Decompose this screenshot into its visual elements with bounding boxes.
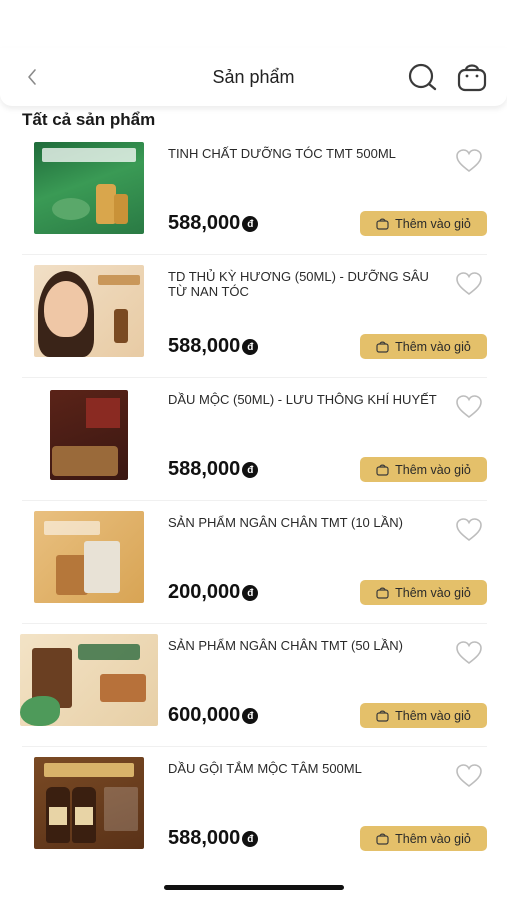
price-value: 600,000 [168, 704, 241, 726]
price-value: 200,000 [168, 581, 241, 603]
product-image[interactable] [34, 265, 144, 357]
currency-symbol: đ [242, 585, 259, 601]
heart-icon[interactable] [455, 394, 483, 420]
top-app-bar: Sản phẩm [0, 48, 507, 106]
add-to-cart-label: Thêm vào giỏ [395, 708, 471, 723]
product-name[interactable]: DẦU MỘC (50ML) - LƯU THÔNG KHÍ HUYẾT [168, 392, 448, 407]
price-value: 588,000 [168, 458, 241, 480]
add-to-cart-label: Thêm vào giỏ [395, 831, 471, 846]
product-item[interactable]: TD THỦ KỲ HƯƠNG (50ML) - DƯỠNG SÂU TỪ NA… [0, 255, 507, 378]
shopping-bag-icon [457, 64, 487, 92]
product-list: TINH CHẤT DƯỠNG TÓC TMT 500ML 588,000 đ … [0, 132, 507, 870]
product-image[interactable] [20, 634, 158, 726]
add-to-cart-button[interactable]: Thêm vào giỏ [360, 457, 487, 482]
currency-symbol: đ [242, 462, 259, 478]
product-price: 588,000 đ [168, 335, 259, 358]
product-price: 200,000 đ [168, 581, 259, 604]
add-to-cart-button[interactable]: Thêm vào giỏ [360, 703, 487, 728]
product-image[interactable] [34, 757, 144, 849]
add-to-cart-button[interactable]: Thêm vào giỏ [360, 580, 487, 605]
heart-icon[interactable] [455, 148, 483, 174]
chevron-left-icon [28, 69, 36, 85]
price-value: 588,000 [168, 212, 241, 234]
product-price: 588,000 đ [168, 827, 259, 850]
product-name[interactable]: TINH CHẤT DƯỠNG TÓC TMT 500ML [168, 146, 448, 161]
currency-symbol: đ [242, 831, 259, 847]
heart-icon[interactable] [455, 640, 483, 666]
product-name[interactable]: TD THỦ KỲ HƯƠNG (50ML) - DƯỠNG SÂU TỪ NA… [168, 269, 448, 299]
heart-icon[interactable] [455, 763, 483, 789]
product-item[interactable]: SẢN PHẨM NGÂN CHÂN TMT (10 LẦN) 200,000 … [0, 501, 507, 624]
shopping-bag-icon [376, 341, 389, 353]
shopping-bag-icon [376, 218, 389, 230]
add-to-cart-button[interactable]: Thêm vào giỏ [360, 334, 487, 359]
price-value: 588,000 [168, 827, 241, 849]
search-icon [408, 63, 437, 91]
product-name[interactable]: SẢN PHẨM NGÂN CHÂN TMT (50 LẦN) [168, 638, 448, 653]
section-title: Tất cả sản phẩm [22, 110, 156, 129]
price-value: 588,000 [168, 335, 241, 357]
page-title: Sản phẩm [212, 66, 295, 87]
shopping-bag-icon [376, 587, 389, 599]
product-image[interactable] [34, 511, 144, 603]
add-to-cart-button[interactable]: Thêm vào giỏ [360, 826, 487, 851]
product-item[interactable]: DẦU GỘI TẮM MỘC TÂM 500ML 588,000 đ Thêm… [0, 747, 507, 870]
add-to-cart-label: Thêm vào giỏ [395, 339, 471, 354]
heart-icon[interactable] [455, 517, 483, 543]
product-price: 600,000 đ [168, 704, 259, 727]
product-item[interactable]: TINH CHẤT DƯỠNG TÓC TMT 500ML 588,000 đ … [0, 132, 507, 255]
currency-symbol: đ [242, 216, 259, 232]
shopping-bag-icon [376, 833, 389, 845]
currency-symbol: đ [242, 339, 259, 355]
product-name[interactable]: DẦU GỘI TẮM MỘC TÂM 500ML [168, 761, 448, 776]
add-to-cart-label: Thêm vào giỏ [395, 462, 471, 477]
product-item[interactable]: DẦU MỘC (50ML) - LƯU THÔNG KHÍ HUYẾT 588… [0, 378, 507, 501]
shopping-bag-icon [376, 710, 389, 722]
product-price: 588,000 đ [168, 212, 259, 235]
add-to-cart-label: Thêm vào giỏ [395, 216, 471, 231]
home-indicator[interactable] [164, 885, 344, 890]
currency-symbol: đ [242, 708, 259, 724]
product-item[interactable]: SẢN PHẨM NGÂN CHÂN TMT (50 LẦN) 600,000 … [0, 624, 507, 747]
product-image[interactable] [34, 388, 144, 480]
heart-icon[interactable] [455, 271, 483, 297]
shopping-bag-icon [376, 464, 389, 476]
product-name[interactable]: SẢN PHẨM NGÂN CHÂN TMT (10 LẦN) [168, 515, 448, 530]
product-price: 588,000 đ [168, 458, 259, 481]
back-button[interactable] [18, 62, 46, 92]
add-to-cart-label: Thêm vào giỏ [395, 585, 471, 600]
product-image[interactable] [34, 142, 144, 234]
search-button[interactable] [405, 60, 439, 94]
cart-button[interactable] [455, 60, 489, 94]
add-to-cart-button[interactable]: Thêm vào giỏ [360, 211, 487, 236]
